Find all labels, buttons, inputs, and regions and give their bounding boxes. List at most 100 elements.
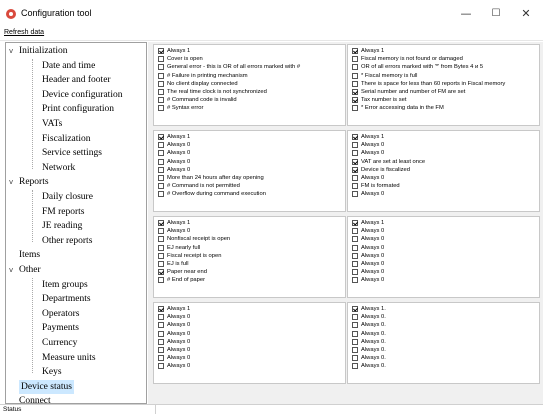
status-flag-checkbox[interactable] <box>352 142 358 149</box>
status-flag-checkbox[interactable] <box>352 105 358 112</box>
chevron-down-icon[interactable]: v <box>9 175 13 189</box>
status-flag-checkbox[interactable] <box>158 269 164 276</box>
status-flag-checkbox[interactable] <box>158 322 164 329</box>
status-flag-label: Always 0 <box>167 322 191 329</box>
status-flag-checkbox[interactable] <box>352 150 358 157</box>
status-flag-checkbox[interactable] <box>352 269 358 276</box>
status-flag-label: Always 0 <box>167 166 191 173</box>
tree-item-label: Header and footer <box>42 75 111 86</box>
status-flag-checkbox[interactable] <box>158 261 164 267</box>
status-flag-label: Always 0 <box>167 338 191 345</box>
tree-item-label: VATs <box>42 119 63 129</box>
status-flag-checkbox[interactable] <box>352 48 358 54</box>
status-flag-checkbox[interactable] <box>158 330 164 337</box>
status-flag-checkbox[interactable] <box>158 306 164 312</box>
chevron-down-icon[interactable]: v <box>9 263 13 277</box>
status-flag-checkbox[interactable] <box>352 134 358 140</box>
status-flag-checkbox[interactable] <box>352 277 358 284</box>
status-flag-checkbox[interactable] <box>158 80 164 87</box>
status-flag-checkbox[interactable] <box>158 134 164 140</box>
status-bar: Status <box>0 404 543 414</box>
status-flag-label: Always 0. <box>361 330 386 337</box>
status-flag-checkbox[interactable] <box>352 191 358 198</box>
status-flag-checkbox[interactable] <box>158 142 164 149</box>
status-flag-checkbox[interactable] <box>352 322 358 329</box>
chevron-down-icon[interactable]: v <box>9 44 13 58</box>
status-flag-label: Always 0. <box>361 338 386 345</box>
status-flag-checkbox[interactable] <box>158 48 164 54</box>
status-flag-checkbox[interactable] <box>352 166 358 173</box>
status-flag-checkbox[interactable] <box>352 330 358 337</box>
tree-item-label: Operators <box>42 308 80 319</box>
status-byte-panel: Always 1 Always 0 Always 0 VAT are set at l… <box>347 130 540 212</box>
status-flag-checkbox[interactable] <box>158 228 164 235</box>
status-flag-checkbox[interactable] <box>352 355 358 362</box>
navigation-tree: v Initialization Date and time Header and f… <box>5 42 147 406</box>
status-flag-checkbox[interactable] <box>158 347 164 353</box>
refresh-data-menu[interactable]: Refresh data <box>4 29 44 36</box>
status-separator <box>155 405 156 414</box>
status-flag-label: Fiscal memory is not found or damaged <box>361 56 463 63</box>
status-flag-checkbox[interactable] <box>352 183 358 190</box>
status-flag-checkbox[interactable] <box>352 72 358 79</box>
tree-guide-line <box>32 58 33 169</box>
status-flag-checkbox[interactable] <box>352 347 358 353</box>
status-flag-checkbox[interactable] <box>158 363 164 370</box>
status-flag-checkbox[interactable] <box>158 105 164 112</box>
status-flag-checkbox[interactable] <box>158 97 164 104</box>
status-flag-checkbox[interactable] <box>352 64 358 71</box>
status-flag-checkbox[interactable] <box>158 355 164 362</box>
status-flag-checkbox[interactable] <box>352 306 358 312</box>
status-flag-label: * Fiscal memory is full <box>361 72 418 79</box>
status-flag-checkbox[interactable] <box>352 252 358 259</box>
status-flag-checkbox[interactable] <box>158 252 164 259</box>
status-flag-label: FM is formated <box>361 183 400 190</box>
status-flag-checkbox[interactable] <box>352 80 358 87</box>
status-flag-label: # End of paper <box>167 277 206 284</box>
status-flag-checkbox[interactable] <box>158 158 164 165</box>
status-flag-checkbox[interactable] <box>352 158 358 165</box>
tree-item-label: Device status <box>19 379 74 394</box>
status-flag-checkbox[interactable] <box>352 228 358 235</box>
close-button[interactable]: ✕ <box>511 4 541 24</box>
maximize-button[interactable]: ☐ <box>481 4 511 24</box>
status-flag-checkbox[interactable] <box>352 244 358 251</box>
status-flag-checkbox[interactable] <box>158 64 164 71</box>
tree-item-label: Currency <box>42 338 78 348</box>
status-text: Status <box>3 406 22 413</box>
status-flag-label: # Command code is invalid <box>167 97 237 104</box>
status-flag-label: * Error accessing data in the FM <box>361 105 444 112</box>
status-flag-checkbox[interactable] <box>158 89 164 95</box>
status-flag-checkbox[interactable] <box>352 175 358 181</box>
status-flag-checkbox[interactable] <box>352 56 358 63</box>
status-flag-checkbox[interactable] <box>158 166 164 173</box>
status-flag-checkbox[interactable] <box>158 338 164 345</box>
status-flag-checkbox[interactable] <box>158 175 164 181</box>
status-flag-label: Always 0 <box>361 175 385 181</box>
status-flag-checkbox[interactable] <box>158 236 164 243</box>
status-flag-checkbox[interactable] <box>352 314 358 321</box>
status-flag-label: Always 0 <box>361 261 385 267</box>
status-flag-checkbox[interactable] <box>158 56 164 63</box>
status-flag-checkbox[interactable] <box>158 72 164 79</box>
status-flag-label: EJ nearly full <box>167 244 201 251</box>
status-flag-checkbox[interactable] <box>158 150 164 157</box>
minimize-button[interactable]: — <box>451 4 481 24</box>
status-flag-label: Always 0 <box>361 269 385 276</box>
status-flag-checkbox[interactable] <box>352 261 358 267</box>
status-flag-checkbox[interactable] <box>352 338 358 345</box>
status-flag-checkbox[interactable] <box>158 244 164 251</box>
status-flag-checkbox[interactable] <box>352 220 358 226</box>
status-flag-checkbox[interactable] <box>158 220 164 226</box>
status-flag-checkbox[interactable] <box>352 89 358 95</box>
status-flag-label: # Failure in printing mechanism <box>167 72 248 79</box>
status-flag-checkbox[interactable] <box>158 191 164 198</box>
status-flag-checkbox[interactable] <box>158 314 164 321</box>
status-flag-checkbox[interactable] <box>158 183 164 190</box>
title-bar: Configuration tool — ☐ ✕ <box>0 0 543 28</box>
status-flag-label: Always 0 <box>361 228 385 235</box>
status-flag-checkbox[interactable] <box>352 363 358 370</box>
status-flag-checkbox[interactable] <box>352 97 358 104</box>
status-flag-checkbox[interactable] <box>352 236 358 243</box>
status-flag-checkbox[interactable] <box>158 277 164 284</box>
